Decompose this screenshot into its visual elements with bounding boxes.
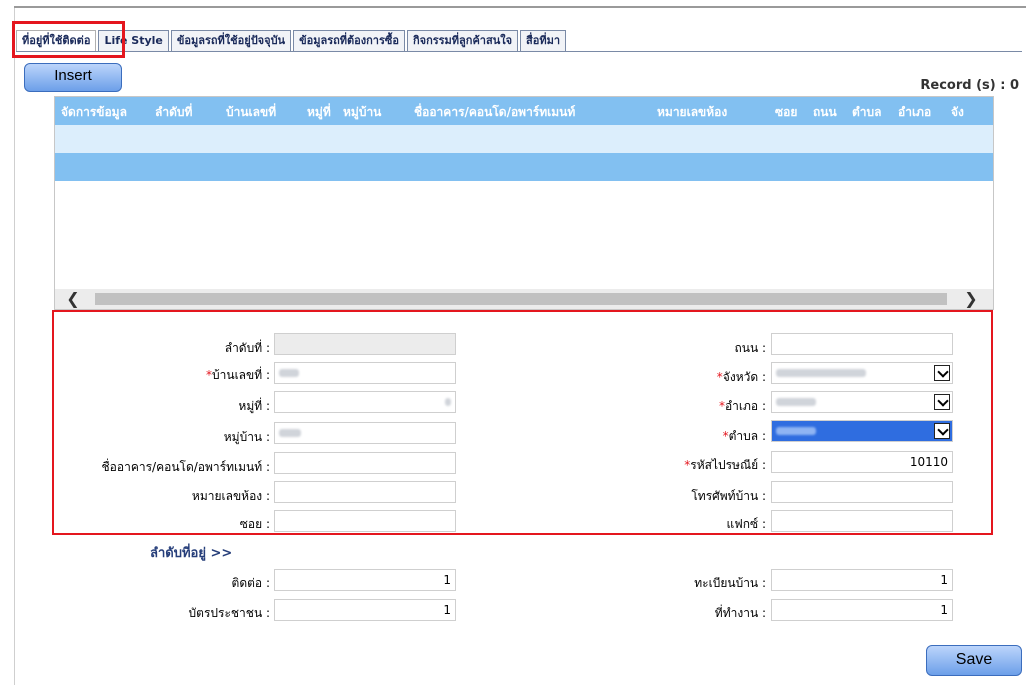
- label-id-card-order: บัตรประชาชน :: [188, 606, 270, 620]
- house-no-field[interactable]: [274, 362, 456, 384]
- top-divider: [14, 6, 1026, 8]
- label-contact-order: ติดต่อ :: [231, 576, 270, 590]
- label-order: ลำดับที่ :: [224, 341, 270, 355]
- scroll-thumb[interactable]: [95, 293, 947, 305]
- room-no-field[interactable]: [274, 481, 456, 503]
- label-road: ถนน :: [734, 341, 766, 355]
- tab-activities[interactable]: กิจกรรมที่ลูกค้าสนใจ: [406, 30, 519, 51]
- soi-field[interactable]: [274, 510, 456, 532]
- workplace-order-field[interactable]: 1: [771, 599, 953, 621]
- chevron-down-icon[interactable]: [934, 423, 950, 439]
- address-order-title: ลำดับที่อยู่ >>: [150, 546, 233, 561]
- save-button[interactable]: Save: [926, 645, 1022, 676]
- house-reg-order-field[interactable]: 1: [771, 569, 953, 591]
- left-divider: [14, 8, 15, 685]
- label-village: หมู่บ้าน :: [223, 430, 270, 444]
- tab-wanted-car[interactable]: ข้อมูลรถที่ต้องการซื้อ: [293, 30, 405, 51]
- label-house-reg-order: ทะเบียนบ้าน :: [694, 576, 766, 590]
- active-tab-highlight: [12, 21, 125, 58]
- label-subdistrict: *ตำบล :: [723, 427, 766, 446]
- grid-header: จัดการข้อมูล ลำดับที่ บ้านเลขที่ หมู่ที่…: [55, 97, 993, 125]
- home-phone-field[interactable]: [771, 481, 953, 503]
- column-header[interactable]: บ้านเลขที่: [226, 103, 276, 122]
- label-workplace-order: ที่ทำงาน :: [714, 606, 766, 620]
- label-province-text: จังหวัด :: [722, 370, 766, 384]
- label-room-no: หมายเลขห้อง :: [191, 489, 270, 503]
- label-province: *จังหวัด :: [717, 368, 766, 387]
- village-field[interactable]: [274, 422, 456, 444]
- label-house-no: *บ้านเลขที่ :: [206, 366, 270, 385]
- label-district: *อำเภอ :: [719, 397, 766, 416]
- label-postcode-text: รหัสไปรษณีย์ :: [690, 458, 766, 472]
- label-moo: หมู่ที่ :: [238, 399, 270, 413]
- column-header[interactable]: จัดการข้อมูล: [61, 103, 127, 122]
- building-field[interactable]: [274, 452, 456, 474]
- tab-current-car[interactable]: ข้อมูลรถที่ใช้อยู่ปัจจุบัน: [170, 30, 292, 51]
- label-postcode: *รหัสไปรษณีย์ :: [684, 456, 766, 475]
- label-building: ชื่ออาคาร/คอนโด/อพาร์ทเมนท์ :: [101, 460, 270, 474]
- table-row-selected[interactable]: [55, 153, 993, 181]
- postcode-field[interactable]: 10110: [771, 451, 953, 473]
- id-card-order-field[interactable]: 1: [274, 599, 456, 621]
- column-header[interactable]: หมู่บ้าน: [343, 103, 381, 122]
- record-count: Record (s) : 0: [920, 78, 1019, 93]
- province-select[interactable]: [771, 362, 953, 384]
- subdistrict-select[interactable]: [771, 420, 953, 442]
- column-header[interactable]: จัง: [951, 103, 964, 122]
- column-header[interactable]: ลำดับที่: [155, 103, 192, 122]
- column-header[interactable]: ชื่ออาคาร/คอนโด/อพาร์ทเมนท์: [414, 103, 575, 122]
- table-row[interactable]: [55, 125, 993, 153]
- column-header[interactable]: ซอย: [775, 103, 797, 122]
- scroll-left-icon[interactable]: ❮: [61, 289, 85, 309]
- insert-button[interactable]: Insert: [24, 63, 122, 92]
- column-header[interactable]: ถนน: [813, 103, 837, 122]
- order-field: [274, 333, 456, 355]
- moo-field[interactable]: [274, 391, 456, 413]
- label-house-no-text: บ้านเลขที่ :: [212, 368, 270, 382]
- district-select[interactable]: [771, 391, 953, 413]
- chevron-down-icon[interactable]: [934, 394, 950, 410]
- contact-order-field[interactable]: 1: [274, 569, 456, 591]
- column-header[interactable]: อำเภอ: [898, 103, 931, 122]
- chevron-down-icon[interactable]: [934, 365, 950, 381]
- label-home-phone: โทรศัพท์บ้าน :: [691, 489, 766, 503]
- label-fax: แฟกซ์ :: [726, 517, 767, 531]
- address-grid: จัดการข้อมูล ลำดับที่ บ้านเลขที่ หมู่ที่…: [54, 96, 994, 310]
- label-subdistrict-text: ตำบล :: [728, 429, 766, 443]
- road-field[interactable]: [771, 333, 953, 355]
- column-header[interactable]: ตำบล: [852, 103, 882, 122]
- horizontal-scrollbar[interactable]: ❮ ❯: [55, 289, 993, 309]
- tab-underline: [16, 51, 1022, 52]
- column-header[interactable]: หมู่ที่: [307, 103, 331, 122]
- column-header[interactable]: หมายเลขห้อง: [657, 103, 727, 122]
- label-soi: ซอย :: [239, 517, 270, 531]
- fax-field[interactable]: [771, 510, 953, 532]
- tab-media-source[interactable]: สื่อที่มา: [520, 30, 567, 51]
- scroll-right-icon[interactable]: ❯: [959, 289, 983, 309]
- label-district-text: อำเภอ :: [724, 399, 766, 413]
